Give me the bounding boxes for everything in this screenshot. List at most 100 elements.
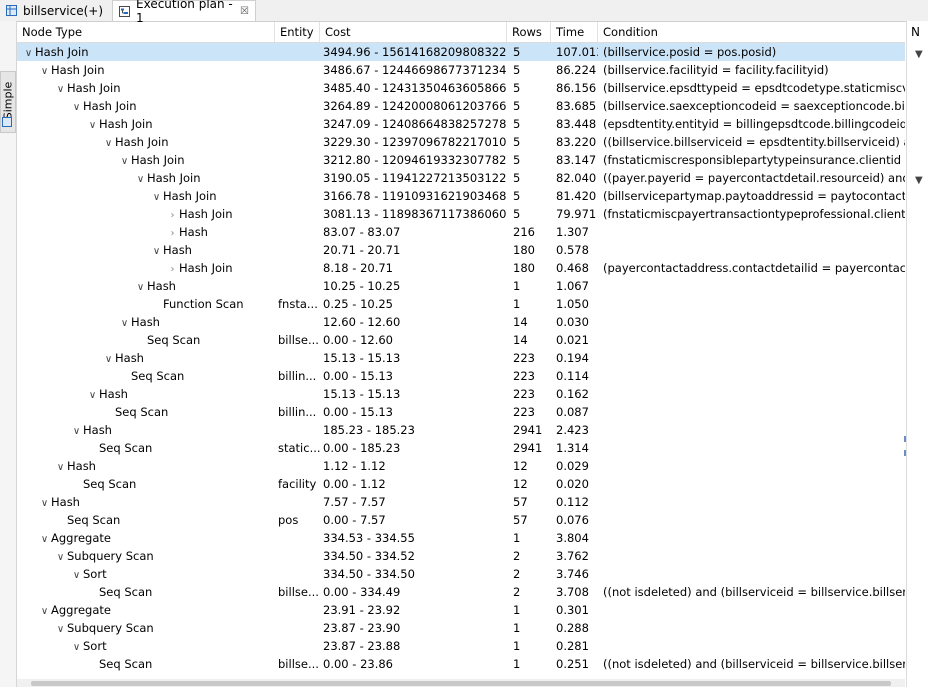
table-row[interactable]: › Hash 83.07 - 83.07 216 1.307 [17, 223, 905, 241]
chevron-down-icon[interactable]: ∨ [54, 549, 67, 565]
rows-cell: 14 [513, 333, 528, 347]
table-row[interactable]: Seq Scan billin... 0.00 - 15.13 223 0.114 [17, 367, 905, 385]
node-type-cell: ∨ Sort [17, 565, 275, 583]
table-row[interactable]: › Hash Join 8.18 - 20.71 180 0.468 (payercont… [17, 259, 906, 277]
column-header-rows[interactable]: Rows [507, 22, 551, 42]
time-cell: 0.087 [556, 405, 589, 419]
table-row[interactable]: ∨ Sort 23.87 - 23.88 1 0.281 [17, 637, 905, 655]
table-row[interactable]: Seq Scan static... 0.00 - 185.23 2941 1.314 [17, 439, 905, 457]
grid-icon[interactable] [2, 117, 12, 127]
table-row[interactable]: ∨ Hash Join 3166.78 - 11910931621903468.00… [17, 187, 905, 205]
time-cell: 107.013 [556, 45, 598, 59]
chevron-down-icon[interactable]: ∨ [134, 279, 147, 295]
table-row[interactable]: ∨ Hash 7.57 - 7.57 57 0.112 [17, 493, 905, 511]
chevron-down-icon[interactable]: ∨ [70, 567, 83, 583]
table-row[interactable]: Seq Scan billin... 0.00 - 15.13 223 0.087 [17, 403, 905, 421]
entity-cell [275, 43, 320, 61]
table-row[interactable]: ∨ Hash Join 3247.09 - 12408664838257278.00… [17, 115, 905, 133]
table-row[interactable]: Seq Scan pos 0.00 - 7.57 57 0.076 [17, 511, 905, 529]
column-header-entity[interactable]: Entity [275, 22, 320, 42]
tab-execution-plan[interactable]: Execution plan - 1 ☒ [112, 0, 256, 25]
column-header-condition[interactable]: Condition [598, 22, 905, 42]
chevron-down-icon[interactable]: ▼ [915, 175, 923, 186]
chevron-down-icon[interactable]: ∨ [38, 531, 51, 547]
table-row[interactable]: › Hash Join 3081.13 - 11898367117386060.00… [17, 205, 906, 223]
table-row[interactable]: ∨ Hash 1.12 - 1.12 12 0.029 [17, 457, 905, 475]
table-row[interactable]: Seq Scan billse... 0.00 - 12.60 14 0.021 [17, 331, 905, 349]
chevron-down-icon[interactable]: ∨ [22, 45, 35, 61]
table-row[interactable]: ∨ Subquery Scan 23.87 - 23.90 1 0.288 [17, 619, 905, 637]
column-header-node-type[interactable]: Node Type [17, 22, 275, 42]
table-row[interactable]: ∨ Hash Join 3485.40 - 12431350463605866.00… [17, 79, 905, 97]
chevron-down-icon[interactable]: ∨ [102, 351, 115, 367]
node-type-label: Hash [131, 315, 160, 329]
table-row[interactable]: ∨ Hash Join 3486.67 - 12446698677371234.00… [17, 61, 905, 79]
chevron-down-icon[interactable]: ∨ [70, 99, 83, 115]
node-type-cell: ∨ Hash Join [17, 115, 275, 133]
entity-cell [275, 457, 320, 475]
table-row[interactable]: ∨Hash Join 3494.96 - 1561416820980832256.… [17, 43, 905, 61]
table-row[interactable]: ∨ Hash Join 3229.30 - 12397096782217010.00… [17, 133, 905, 151]
table-row[interactable]: ∨ Hash Join 3264.89 - 12420008061203766.00… [17, 97, 905, 115]
table-row[interactable]: Function Scan fnsta... 0.25 - 10.25 1 1.050 [17, 295, 905, 313]
table-row[interactable]: Seq Scan facility 0.00 - 1.12 12 0.020 [17, 475, 905, 493]
table-row[interactable]: ∨ Hash 12.60 - 12.60 14 0.030 [17, 313, 905, 331]
column-header-cost[interactable]: Cost [320, 22, 507, 42]
chevron-down-icon[interactable]: ∨ [86, 117, 99, 133]
condition-cell [598, 295, 905, 313]
entity-cell [275, 349, 320, 367]
table-row[interactable]: Seq Scan billse... 0.00 - 334.49 2 3.708 ((no… [17, 583, 905, 601]
chevron-down-icon[interactable]: ∨ [70, 423, 83, 439]
chevron-down-icon[interactable]: ∨ [54, 81, 67, 97]
rows-cell: 1 [513, 657, 521, 671]
chevron-down-icon[interactable]: ∨ [54, 621, 67, 637]
cost-cell: 83.07 - 83.07 [323, 225, 401, 239]
chevron-down-icon[interactable]: ▼ [915, 49, 923, 60]
chevron-down-icon[interactable]: ∨ [150, 243, 163, 259]
table-row[interactable]: ∨ Hash Join 3212.80 - 12094619332307782.00… [17, 151, 905, 169]
column-header-row: Node Type Entity Cost Rows Time Conditio… [17, 22, 905, 43]
column-header-time[interactable]: Time [551, 22, 598, 42]
chevron-down-icon[interactable]: ∨ [38, 63, 51, 79]
rows-cell: 12 [513, 477, 528, 491]
chevron-down-icon[interactable]: ∨ [70, 639, 83, 655]
close-icon[interactable]: ☒ [240, 6, 249, 17]
table-row[interactable]: ∨ Aggregate 334.53 - 334.55 1 3.804 [17, 529, 905, 547]
chevron-down-icon[interactable]: ∨ [86, 387, 99, 403]
table-row[interactable]: ∨ Hash 10.25 - 10.25 1 1.067 [17, 277, 905, 295]
table-row[interactable]: ∨ Subquery Scan 334.50 - 334.52 2 3.762 [17, 547, 905, 565]
node-type-cell: ∨ Hash [17, 241, 275, 259]
time-cell: 0.076 [556, 513, 589, 527]
chevron-down-icon[interactable]: ∨ [38, 603, 51, 619]
chevron-down-icon[interactable]: ∨ [118, 153, 131, 169]
table-row[interactable]: ∨ Sort 334.50 - 334.50 2 3.746 [17, 565, 905, 583]
entity-cell [275, 187, 320, 205]
chevron-down-icon[interactable]: ∨ [102, 135, 115, 151]
tab-billservice[interactable]: billservice(+) [0, 1, 110, 20]
table-row[interactable]: ∨ Hash 185.23 - 185.23 2941 2.423 [17, 421, 905, 439]
horizontal-scrollbar[interactable] [17, 679, 905, 687]
chevron-right-icon[interactable]: › [166, 261, 179, 277]
chevron-right-icon[interactable]: › [166, 225, 179, 241]
cost-cell: 0.00 - 1.12 [323, 477, 386, 491]
condition-cell [598, 529, 905, 547]
chevron-down-icon[interactable]: ∨ [38, 495, 51, 511]
rows-cell: 5 [513, 99, 521, 113]
table-row[interactable]: ∨ Hash Join 3190.05 - 11941227213503122.00… [17, 169, 905, 187]
node-type-label: Hash Join [147, 171, 201, 185]
rows-cell: 14 [513, 315, 528, 329]
table-row[interactable]: Seq Scan billse... 0.00 - 23.86 1 0.251 ((not… [17, 655, 905, 673]
chevron-right-icon[interactable]: › [166, 207, 179, 223]
table-row[interactable]: ∨ Aggregate 23.91 - 23.92 1 0.301 [17, 601, 905, 619]
table-row[interactable]: ∨ Hash 15.13 - 15.13 223 0.194 [17, 349, 905, 367]
table-row[interactable]: ∨ Hash 15.13 - 15.13 223 0.162 [17, 385, 905, 403]
table-row[interactable]: ∨ Hash 20.71 - 20.71 180 0.578 [17, 241, 905, 259]
scrollbar-thumb[interactable] [31, 681, 891, 686]
chevron-down-icon[interactable]: ∨ [118, 315, 131, 331]
node-type-label: Seq Scan [115, 405, 169, 419]
rows-cell: 1 [513, 639, 521, 653]
chevron-down-icon[interactable]: ∨ [54, 459, 67, 475]
plan-icon [119, 5, 130, 17]
chevron-down-icon[interactable]: ∨ [150, 189, 163, 205]
chevron-down-icon[interactable]: ∨ [134, 171, 147, 187]
